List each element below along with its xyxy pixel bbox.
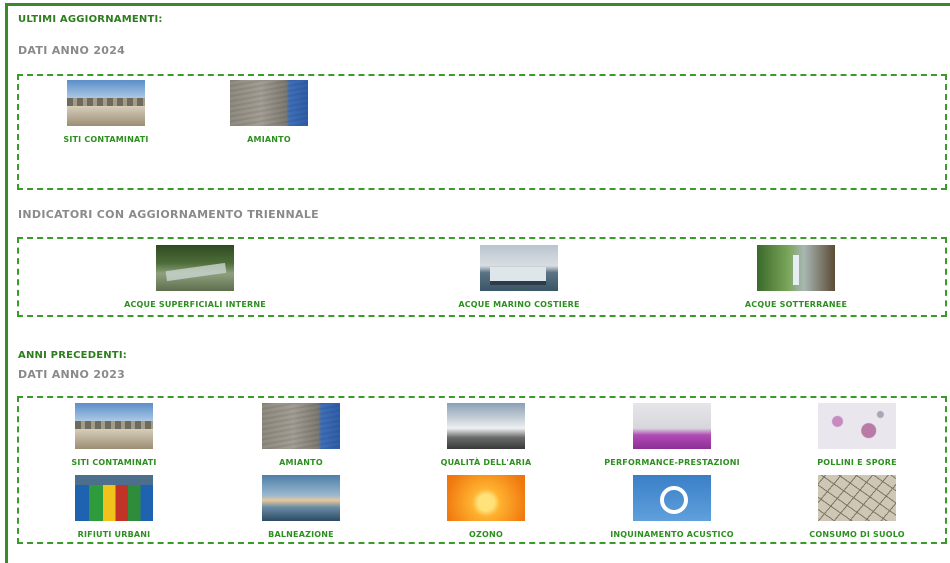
tile-pollini-spore[interactable]: POLLINI E SPORE [787,403,927,467]
previous-year-label: DATI ANNO 2023 [18,368,126,381]
tile-balneazione[interactable]: BALNEAZIONE [231,475,371,539]
latest-updates-heading: ULTIMI AGGIORNAMENTI: [18,14,163,25]
groundwater-photo-icon[interactable] [757,245,835,291]
ear-protection-sign-icon[interactable] [633,475,711,521]
tile-label[interactable]: BALNEAZIONE [268,530,334,539]
sun-photo-icon[interactable] [447,475,525,521]
tile-label[interactable]: ACQUE MARINO COSTIERE [458,300,579,309]
tile-label[interactable]: SITI CONTAMINATI [63,135,148,144]
asbestos-photo-icon[interactable] [262,403,340,449]
triennial-box: ACQUE SUPERFICIALI INTERNE ACQUE MARINO … [17,237,947,317]
pollen-photo-icon[interactable] [818,403,896,449]
river-photo-icon[interactable] [156,245,234,291]
tile-label[interactable]: POLLINI E SPORE [817,458,897,467]
tile-label[interactable]: AMIANTO [247,135,291,144]
tile-label[interactable]: OZONO [469,530,503,539]
tile-ozono[interactable]: OZONO [416,475,556,539]
tile-amianto-2023[interactable]: AMIANTO [231,403,371,467]
tile-label[interactable]: CONSUMO DI SUOLO [809,530,904,539]
tile-label[interactable]: QUALITÀ DELL'ARIA [441,458,532,467]
tile-siti-contaminati-2024[interactable]: SITI CONTAMINATI [52,80,160,144]
tile-performance-prestazioni[interactable]: PERFORMANCE-PRESTAZIONI [592,403,752,467]
triennial-heading: INDICATORI CON AGGIORNAMENTO TRIENNALE [18,208,319,221]
tile-inquinamento-acustico[interactable]: INQUINAMENTO ACUSTICO [592,475,752,539]
contaminated-sites-photo-icon[interactable] [67,80,145,126]
tile-qualita-aria[interactable]: QUALITÀ DELL'ARIA [416,403,556,467]
asbestos-photo-icon[interactable] [230,80,308,126]
boat-photo-icon[interactable] [480,245,558,291]
waste-bins-photo-icon[interactable] [75,475,153,521]
tile-rifiuti-urbani[interactable]: RIFIUTI URBANI [44,475,184,539]
beach-photo-icon[interactable] [262,475,340,521]
contaminated-sites-photo-icon[interactable] [75,403,153,449]
previous-years-box: SITI CONTAMINATI AMIANTO QUALITÀ DELL'AR… [17,396,947,544]
tile-amianto-2024[interactable]: AMIANTO [215,80,323,144]
tile-siti-contaminati-2023[interactable]: SITI CONTAMINATI [44,403,184,467]
latest-year-label: DATI ANNO 2024 [18,44,126,57]
tile-label[interactable]: ACQUE SOTTERRANEE [745,300,847,309]
latest-updates-box: SITI CONTAMINATI AMIANTO [17,74,947,190]
previous-years-heading: ANNI PRECEDENTI: [18,350,127,361]
cracked-soil-photo-icon[interactable] [818,475,896,521]
tile-label[interactable]: PERFORMANCE-PRESTAZIONI [604,458,740,467]
tile-label[interactable]: AMIANTO [279,458,323,467]
tile-acque-superficiali-interne[interactable]: ACQUE SUPERFICIALI INTERNE [115,245,275,309]
tile-label[interactable]: SITI CONTAMINATI [71,458,156,467]
tile-acque-marino-costiere[interactable]: ACQUE MARINO COSTIERE [439,245,599,309]
air-quality-photo-icon[interactable] [447,403,525,449]
lab-photo-icon[interactable] [633,403,711,449]
tile-label[interactable]: RIFIUTI URBANI [78,530,151,539]
tile-consumo-suolo[interactable]: CONSUMO DI SUOLO [787,475,927,539]
tile-label[interactable]: ACQUE SUPERFICIALI INTERNE [124,300,266,309]
tile-acque-sotterranee[interactable]: ACQUE SOTTERRANEE [716,245,876,309]
tile-label[interactable]: INQUINAMENTO ACUSTICO [610,530,734,539]
